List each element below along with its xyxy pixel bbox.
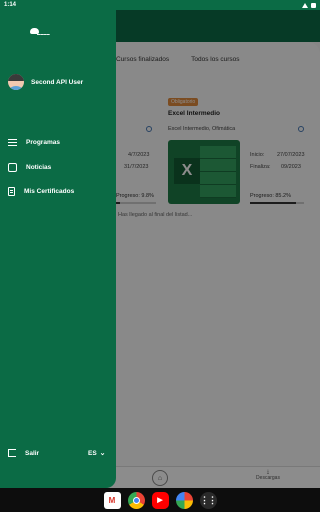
app-logo: ▬▬▬▬	[28, 26, 54, 38]
menu-item-certificados[interactable]: Mis Certificados	[8, 187, 74, 196]
chrome-icon[interactable]	[127, 491, 145, 509]
app-drawer-icon[interactable]: ⋮⋮	[199, 491, 217, 509]
wifi-icon	[302, 2, 308, 8]
photos-icon[interactable]	[175, 491, 193, 509]
system-dock: M ▶ ⋮⋮	[0, 488, 320, 512]
chevron-down-icon: ⌄	[99, 450, 106, 457]
logout-button[interactable]: Salir	[8, 449, 39, 457]
menu-item-programas[interactable]: Programas	[8, 138, 60, 147]
menu-item-noticias[interactable]: Noticias	[8, 163, 51, 172]
menu-item-label: Mis Certificados	[24, 188, 75, 195]
youtube-icon[interactable]: ▶	[151, 491, 169, 509]
certificate-icon	[8, 187, 15, 196]
logout-label: Salir	[25, 449, 40, 457]
status-bar: 1:14	[0, 0, 320, 10]
language-value: ES	[88, 449, 97, 457]
language-selector[interactable]: ES ⌄	[88, 449, 106, 458]
status-time: 1:14	[4, 2, 17, 8]
user-profile[interactable]: Second API User	[8, 74, 83, 90]
menu-item-label: Programas	[26, 139, 60, 146]
chat-icon	[8, 163, 17, 172]
gmail-icon[interactable]: M	[103, 491, 121, 509]
navigation-drawer: ▬▬▬▬ Second API User Programas Noticias …	[0, 0, 116, 488]
logout-icon	[8, 449, 16, 457]
menu-item-label: Noticias	[26, 164, 52, 171]
list-icon	[8, 138, 17, 147]
avatar	[8, 74, 24, 90]
user-name: Second API User	[31, 78, 84, 86]
battery-icon	[311, 2, 316, 8]
